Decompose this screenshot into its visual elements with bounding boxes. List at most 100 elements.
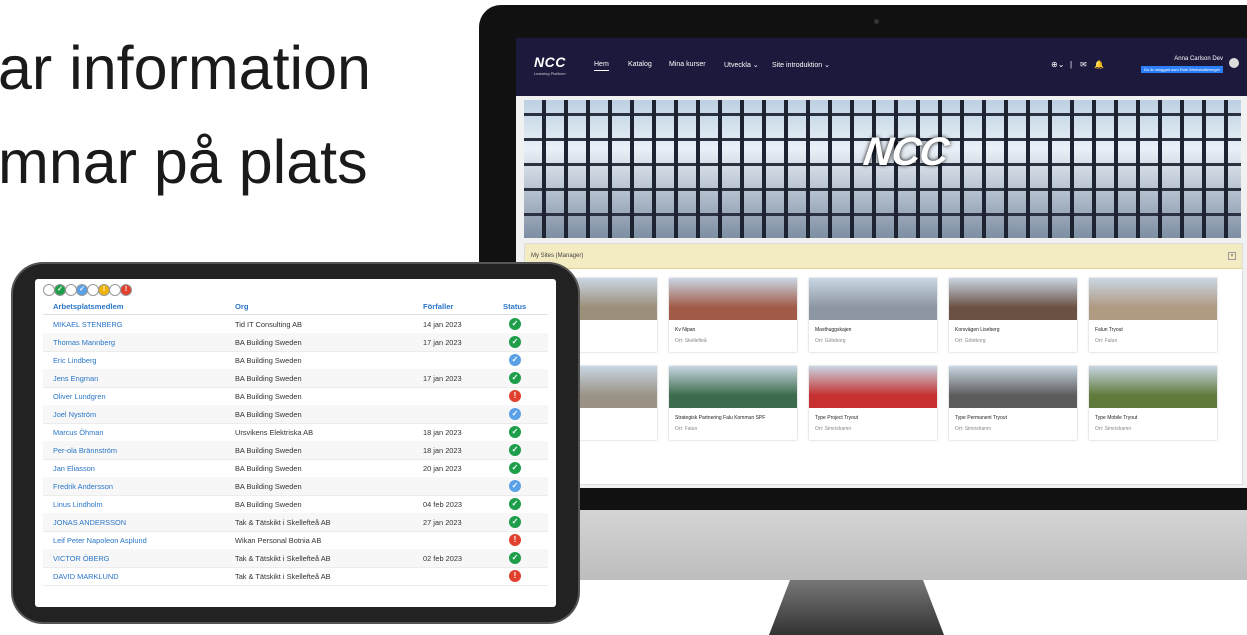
member-name-link[interactable]: Leif Peter Napoleon Asplund xyxy=(53,536,147,545)
table-row[interactable]: Leif Peter Napoleon Asplund Wikan Persona… xyxy=(43,531,548,550)
column-forfaller[interactable]: Förfaller xyxy=(423,302,453,311)
site-thumbnail xyxy=(949,366,1077,408)
role-badge: Du är inloggad som Role Werkstallsbenger xyxy=(1141,66,1223,73)
org-cell: Wikan Personal Botnia AB xyxy=(235,536,322,545)
headline-line-2: mnar på plats xyxy=(0,128,368,196)
org-cell: Tak & Tätskikt i Skellefteå AB xyxy=(235,554,331,563)
site-tile[interactable]: Type Project Tryout Ort: Simrishamn xyxy=(809,366,937,440)
nav-divider: | xyxy=(1070,60,1073,69)
table-row[interactable]: JONAS ANDERSSON Tak & Tätskikt i Skelleft… xyxy=(43,513,548,532)
message-icon[interactable]: ✉ xyxy=(1080,60,1087,69)
nav-item-hem[interactable]: Hem xyxy=(594,61,609,71)
check-status-icon: ✓ xyxy=(509,462,521,474)
org-cell: BA Building Sweden xyxy=(235,374,302,383)
org-cell: BA Building Sweden xyxy=(235,446,302,455)
table-row[interactable]: MIKAEL STENBERG Tid IT Consulting AB 14 ja… xyxy=(43,315,548,334)
table-row[interactable]: Marcus Öhman Ursvikens Elektriska AB 18 ja… xyxy=(43,423,548,442)
check-status-icon: ✓ xyxy=(509,444,521,456)
site-title: Kv Nipan xyxy=(675,327,696,333)
site-tile[interactable]: Type Permanent Tryout Ort: Simrishamn xyxy=(949,366,1077,440)
site-title: Korsvägen Liseberg xyxy=(955,327,1000,333)
site-title: Strategisk Partnering Falu Kommun SPF xyxy=(675,415,766,421)
org-cell: Tak & Tätskikt i Skellefteå AB xyxy=(235,518,331,527)
column-arbetsplatsmedlem[interactable]: Arbetsplatsmedlem xyxy=(53,302,123,311)
member-name-link[interactable]: Marcus Öhman xyxy=(53,428,104,437)
table-header: Arbetsplatsmedlem Org Förfaller Status xyxy=(43,300,548,315)
table-row[interactable]: Eric Lindberg BA Building Sweden ✓ xyxy=(43,351,548,370)
monitor-chin xyxy=(479,510,1247,580)
member-name-link[interactable]: Jens Engman xyxy=(53,374,98,383)
site-location: Ort: Simrishamn xyxy=(815,426,852,432)
check-status-icon: ✓ xyxy=(509,318,521,330)
logo-subtitle: Learning Platform xyxy=(534,71,566,76)
member-name-link[interactable]: Thomas Mannberg xyxy=(53,338,115,347)
member-name-link[interactable]: JONAS ANDERSSON xyxy=(53,518,126,527)
table-row[interactable]: DAVID MARKLUND Tak & Tätskikt i Skellefte… xyxy=(43,567,548,586)
headline-line-1: ar information xyxy=(0,34,371,102)
nav-item-katalog[interactable]: Katalog xyxy=(628,61,652,68)
table-row[interactable]: Jan Eliasson BA Building Sweden 20 jan 202… xyxy=(43,459,548,478)
warning-status-icon: ! xyxy=(509,534,521,546)
avatar[interactable] xyxy=(1229,58,1239,68)
desktop-screen: NCC Learning Platform Hem Katalog Mina k… xyxy=(516,38,1247,488)
check-status-icon: ✓ xyxy=(509,426,521,438)
site-tile[interactable]: Masthuggskajen Ort: Göteborg xyxy=(809,278,937,352)
site-location: Ort: Skellefteå xyxy=(675,338,707,344)
due-date-cell: 27 jan 2023 xyxy=(423,518,462,527)
member-name-link[interactable]: VICTOR ÖBERG xyxy=(53,554,110,563)
collapse-icon[interactable]: × xyxy=(1228,252,1236,260)
member-name-link[interactable]: Linus Lindholm xyxy=(53,500,103,509)
table-row[interactable]: Joel Nyström BA Building Sweden ✓ xyxy=(43,405,548,424)
site-tile[interactable]: Falun Tryout Ort: Falun xyxy=(1089,278,1217,352)
site-location: Ort: Göteborg xyxy=(955,338,986,344)
member-name-link[interactable]: MIKAEL STENBERG xyxy=(53,320,123,329)
hero-banner-image: NCC xyxy=(524,100,1241,238)
check-status-icon: ✓ xyxy=(509,336,521,348)
nav-item-site-introduktion[interactable]: Site introduktion ⌄ xyxy=(772,61,830,69)
my-sites-panel: My Sites (Manager) × ussetKv NipanOrt: S… xyxy=(524,243,1243,485)
org-cell: BA Building Sweden xyxy=(235,482,302,491)
site-thumbnail xyxy=(1089,278,1217,320)
table-row[interactable]: Per-ola Brännström BA Building Sweden 18 j… xyxy=(43,441,548,460)
due-date-cell: 18 jan 2023 xyxy=(423,446,462,455)
warning-status-icon: ! xyxy=(509,390,521,402)
member-name-link[interactable]: DAVID MARKLUND xyxy=(53,572,119,581)
user-name[interactable]: Anna Carlson Dev xyxy=(1174,56,1223,62)
site-location: Ort: Göteborg xyxy=(815,338,846,344)
site-tile[interactable]: Strategisk Partnering Falu Kommun SPF Ort… xyxy=(669,366,797,440)
site-title: Falun Tryout xyxy=(1095,327,1123,333)
member-name-link[interactable]: Per-ola Brännström xyxy=(53,446,117,455)
nav-item-utveckla[interactable]: Utveckla ⌄ xyxy=(724,61,759,69)
check-status-icon: ✓ xyxy=(509,516,521,528)
nav-item-mina-kurser[interactable]: Mina kurser xyxy=(669,61,706,68)
column-org[interactable]: Org xyxy=(235,302,249,311)
site-tile[interactable]: Kv Nipan Ort: Skellefteå xyxy=(669,278,797,352)
column-status[interactable]: Status xyxy=(503,302,526,311)
table-row[interactable]: VICTOR ÖBERG Tak & Tätskikt i Skellefteå … xyxy=(43,549,548,568)
member-name-link[interactable]: Fredrik Andersson xyxy=(53,482,113,491)
table-row[interactable]: Oliver Lundgren BA Building Sweden! xyxy=(43,387,548,406)
tablet-device: ✓ ✓!! Arbetsplatsmedlem Org Förfaller Sta… xyxy=(13,264,578,622)
site-location: Ort: Simrishamn xyxy=(1095,426,1132,432)
member-name-link[interactable]: Joel Nyström xyxy=(53,410,96,419)
member-name-link[interactable]: Eric Lindberg xyxy=(53,356,97,365)
bell-icon[interactable]: 🔔 xyxy=(1094,60,1104,69)
site-tile[interactable]: Korsvägen Liseberg Ort: Göteborg xyxy=(949,278,1077,352)
table-row[interactable]: Thomas Mannberg BA Building Sweden 17 jan … xyxy=(43,333,548,352)
monitor-stand xyxy=(769,580,944,635)
site-title: Type Permanent Tryout xyxy=(955,415,1007,421)
site-thumbnail xyxy=(809,366,937,408)
table-row[interactable]: Fredrik Andersson BA Building Sweden ✓ xyxy=(43,477,548,496)
legend-status-icon[interactable]: ! xyxy=(120,284,132,296)
site-title: Type Project Tryout xyxy=(815,415,859,421)
table-row[interactable]: Linus Lindholm BA Building Sweden 04 feb 2… xyxy=(43,495,548,514)
globe-icon[interactable]: ⊕⌄ xyxy=(1051,60,1064,69)
member-name-link[interactable]: Oliver Lundgren xyxy=(53,392,106,401)
member-name-link[interactable]: Jan Eliasson xyxy=(53,464,95,473)
monitor-bezel: NCC Learning Platform Hem Katalog Mina k… xyxy=(479,5,1247,510)
check-status-icon: ✓ xyxy=(509,372,521,384)
site-thumbnail xyxy=(949,278,1077,320)
site-tile[interactable]: Type Mobile Tryout Ort: Simrishamn xyxy=(1089,366,1217,440)
ncc-logo[interactable]: NCC xyxy=(534,54,566,70)
table-row[interactable]: Jens Engman BA Building Sweden 17 jan 2023… xyxy=(43,369,548,388)
